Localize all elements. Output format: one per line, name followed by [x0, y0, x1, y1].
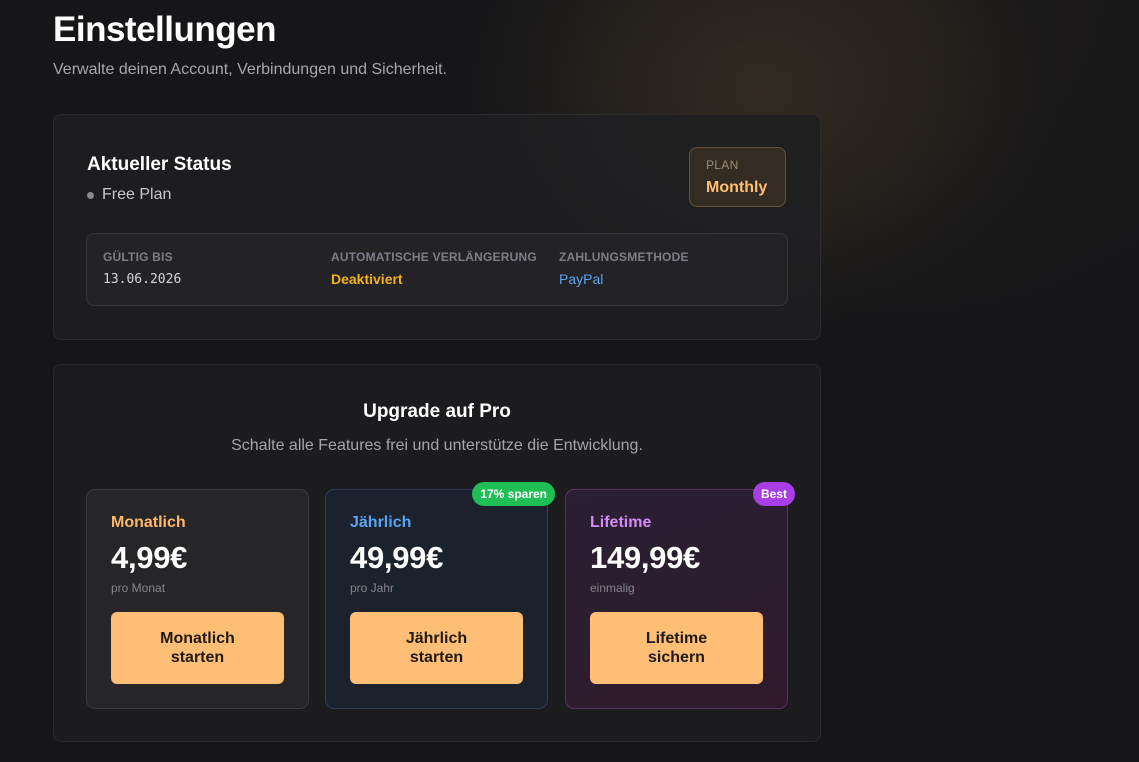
plan-name: Jährlich: [350, 514, 412, 531]
savings-badge: 17% sparen: [472, 482, 555, 506]
current-plan-label: Free Plan: [102, 186, 172, 203]
valid-until: GÜLTIG BIS 13.06.2026: [103, 250, 181, 287]
valid-until-label: GÜLTIG BIS: [103, 250, 173, 264]
plan-badge: PLAN Monthly: [689, 147, 786, 207]
plan-card-yearly: 17% sparen Jährlich 49,99€ pro Jahr Jähr…: [325, 482, 555, 709]
valid-until-value: 13.06.2026: [103, 272, 182, 287]
plan-badge-value: Monthly: [706, 179, 768, 196]
auto-renew-value: Deaktiviert: [331, 271, 403, 287]
status-title: Aktueller Status: [87, 154, 232, 175]
payment-method-value: PayPal: [559, 271, 604, 287]
upgrade-subtitle: Schalte alle Features frei und unterstüt…: [231, 437, 643, 454]
current-plan: Free Plan: [87, 186, 171, 204]
plan-period: pro Jahr: [350, 581, 395, 595]
plan-period: einmalig: [590, 581, 635, 595]
subscription-info: GÜLTIG BIS 13.06.2026 AUTOMATISCHE VERLÄ…: [86, 233, 788, 306]
plan-name: Monatlich: [111, 514, 186, 531]
status-dot-icon: [87, 191, 94, 199]
page-subtitle: Verwalte deinen Account, Verbindungen un…: [53, 61, 448, 78]
best-badge: Best: [752, 482, 795, 506]
page-title: Einstellungen: [53, 10, 276, 49]
payment-method: ZAHLUNGSMETHODE PayPal: [559, 250, 689, 287]
plan-price: 49,99€: [350, 540, 444, 575]
auto-renew-label: AUTOMATISCHE VERLÄNGERUNG: [331, 250, 537, 264]
plan-badge-label: PLAN: [706, 158, 739, 172]
upgrade-title: Upgrade auf Pro: [363, 401, 511, 422]
plan-price: 149,99€: [590, 540, 700, 575]
auto-renew: AUTOMATISCHE VERLÄNGERUNG Deaktiviert: [331, 250, 537, 287]
upgrade-card: Upgrade auf Pro Schalte alle Features fr…: [53, 364, 821, 742]
plan-card-monthly: Monatlich 4,99€ pro Monat Monatlich star…: [86, 489, 309, 709]
plan-name: Lifetime: [590, 514, 652, 531]
payment-method-label: ZAHLUNGSMETHODE: [559, 250, 689, 264]
start-yearly-button[interactable]: Jährlich starten: [350, 612, 523, 684]
plan-price: 4,99€: [111, 540, 188, 575]
plan-period: pro Monat: [111, 581, 166, 595]
plan-card-lifetime: Best Lifetime 149,99€ einmalig Lifetime …: [565, 482, 795, 709]
start-monthly-button[interactable]: Monatlich starten: [111, 612, 284, 684]
get-lifetime-button[interactable]: Lifetime sichern: [590, 612, 763, 684]
status-card: Aktueller Status Free Plan PLAN Monthly …: [53, 114, 821, 340]
